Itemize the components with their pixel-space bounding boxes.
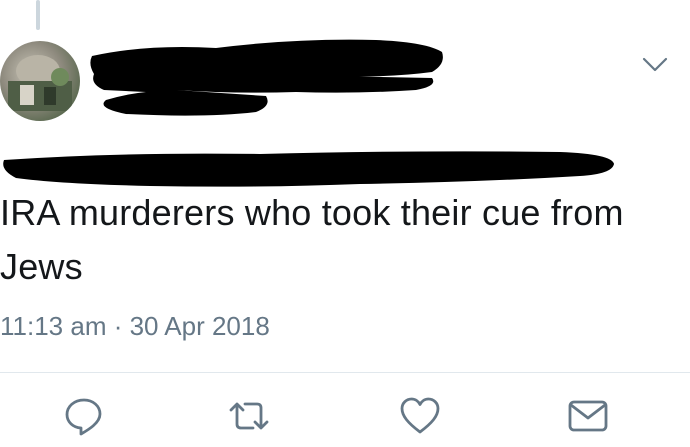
avatar[interactable] <box>0 41 80 121</box>
redacted-user-name <box>90 39 443 116</box>
like-button[interactable] <box>398 394 442 438</box>
reply-button[interactable] <box>62 394 106 438</box>
redacted-reply-line <box>3 151 614 187</box>
tweet-timestamp[interactable]: 11:13 am · 30 Apr 2018 <box>0 311 270 342</box>
tweet-text-line: IRA murderers who took their cue from <box>0 192 624 233</box>
envelope-icon <box>568 400 608 432</box>
tweet-text: IRA murderers who took their cue from Je… <box>0 186 670 294</box>
share-via-dm-button[interactable] <box>566 394 610 438</box>
retweet-icon <box>229 402 269 430</box>
tweet-text-line: Jews <box>0 246 83 287</box>
retweet-button[interactable] <box>227 394 271 438</box>
divider <box>0 372 690 373</box>
chevron-down-icon[interactable] <box>641 52 669 76</box>
thread-line <box>36 0 40 30</box>
reply-icon <box>65 398 102 436</box>
avatar-image <box>8 55 72 111</box>
heart-icon <box>400 397 440 434</box>
